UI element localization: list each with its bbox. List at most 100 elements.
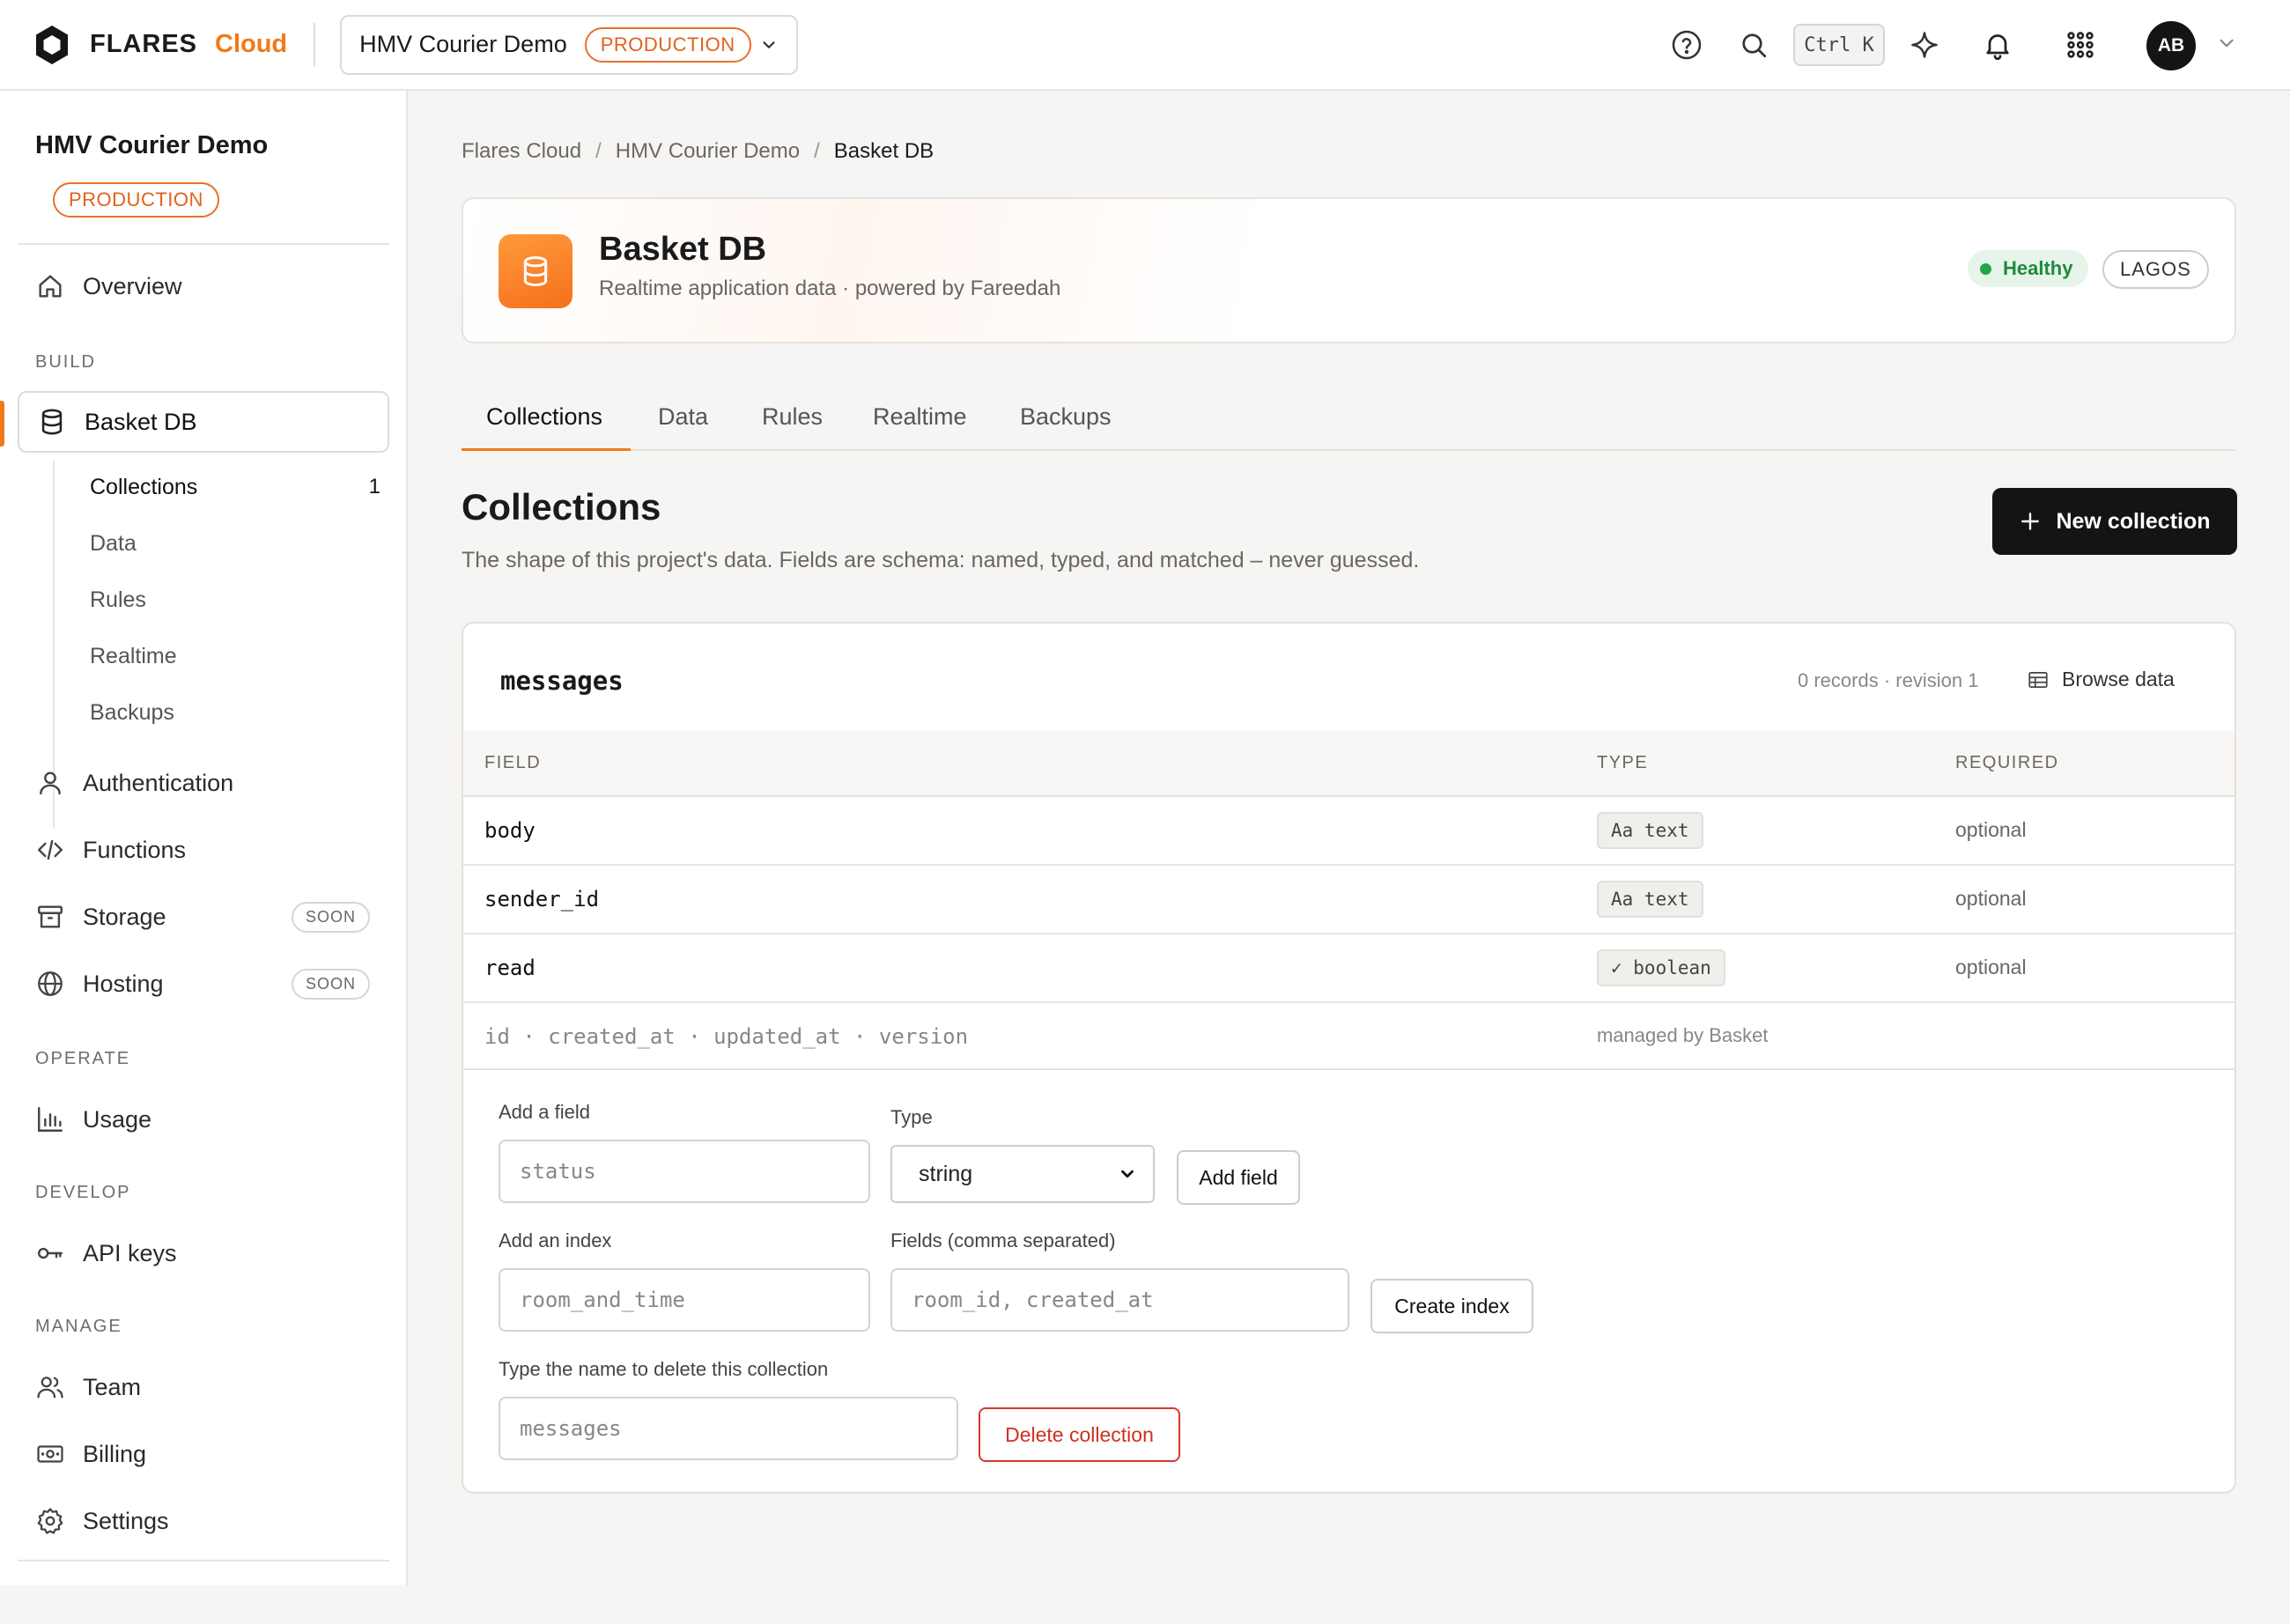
top-bar: FLARES Cloud HMV Courier Demo PRODUCTION (0, 0, 2290, 91)
field-name: sender_id (484, 887, 600, 912)
key-icon (38, 1247, 63, 1259)
sparkle-icon[interactable] (1909, 29, 1940, 61)
sidebar-item-overview[interactable]: Overview (18, 255, 389, 317)
table-row: read ✓ boolean optional (463, 934, 2235, 1003)
index-name-input[interactable]: room_and_time (499, 1268, 870, 1332)
tab-realtime[interactable]: Realtime (873, 382, 967, 451)
sidebar-item-label: Billing (83, 1440, 147, 1467)
breadcrumb-link[interactable]: HMV Courier Demo (616, 139, 800, 164)
sidebar-item-billing[interactable]: Billing (18, 1423, 389, 1485)
sidebar-subitem-collections[interactable]: Collections 1 (90, 462, 380, 512)
soon-badge: SOON (291, 968, 370, 1000)
collection-meta: 0 records · revision 1 (1798, 669, 1979, 691)
tab-bar: Collections Data Rules Realtime Backups (462, 382, 2236, 451)
subitem-label: Realtime (90, 643, 177, 668)
tab-data[interactable]: Data (658, 382, 708, 451)
type-chip: Aa text (1597, 881, 1703, 918)
sidebar-item-usage[interactable]: Usage (18, 1089, 389, 1150)
subitem-label: Collections (90, 474, 198, 499)
managed-fields: id · created_at · updated_at · version (484, 1024, 969, 1049)
managed-note: managed by Basket (1597, 1024, 1769, 1046)
collections-count: 1 (368, 475, 380, 498)
sidebar-item-basket-db[interactable]: Basket DB (18, 391, 389, 453)
brand-suffix: Cloud (215, 30, 288, 58)
database-icon (523, 256, 548, 287)
create-index-button[interactable]: Create index (1370, 1279, 1533, 1333)
sidebar-item-label: Functions (83, 836, 187, 863)
subitem-label: Rules (90, 587, 146, 612)
required-value: optional (1955, 818, 2027, 841)
new-collection-button[interactable]: New collection (1992, 488, 2237, 555)
sidebar-item-label: Storage (83, 903, 166, 930)
tab-rules[interactable]: Rules (762, 382, 823, 451)
tab-backups[interactable]: Backups (1020, 382, 1112, 451)
index-fields-input[interactable]: room_id, created_at (890, 1268, 1349, 1332)
chevron-down-icon[interactable] (2215, 32, 2238, 55)
banknote-icon (37, 1445, 63, 1463)
column-header-type: TYPE (1597, 753, 1649, 772)
page-subtitle: Realtime application data · powered by F… (599, 277, 1061, 300)
plus-icon (2021, 513, 2040, 530)
sidebar-item-functions[interactable]: Functions (18, 819, 389, 881)
apps-grid-icon[interactable] (2065, 29, 2096, 61)
project-switcher[interactable]: HMV Courier Demo PRODUCTION (340, 14, 799, 75)
bell-icon[interactable] (1982, 29, 2013, 61)
sidebar-item-label: Overview (83, 272, 182, 299)
add-field-button[interactable]: Add field (1177, 1150, 1300, 1205)
sidebar-item-settings[interactable]: Settings (18, 1490, 389, 1552)
sidebar-subitem-data[interactable]: Data (90, 519, 380, 568)
brand-name: FLARES (90, 30, 197, 58)
sidebar-item-api-keys[interactable]: API keys (18, 1222, 389, 1284)
bar-chart-icon (38, 1107, 63, 1132)
help-icon[interactable] (1671, 29, 1703, 61)
delete-collection-button[interactable]: Delete collection (979, 1407, 1180, 1462)
add-field-input[interactable]: status (499, 1140, 870, 1203)
database-icon (41, 409, 63, 435)
sidebar-item-storage[interactable]: Storage SOON (18, 886, 389, 948)
sidebar-item-label: Team (83, 1373, 142, 1400)
region-badge: LAGOS (2102, 250, 2209, 289)
breadcrumb-current: Basket DB (833, 139, 934, 163)
browse-data-button[interactable]: Browse data (2027, 668, 2175, 691)
project-name: HMV Courier Demo (359, 31, 567, 57)
sidebar-env-badge: PRODUCTION (53, 182, 219, 218)
sidebar-item-label: Basket DB (85, 408, 197, 435)
sidebar-item-team[interactable]: Team (18, 1356, 389, 1418)
breadcrumb-link[interactable]: Flares Cloud (462, 139, 581, 164)
tab-collections[interactable]: Collections (486, 382, 602, 451)
sidebar-item-label: Authentication (83, 769, 234, 796)
delete-confirm-input[interactable]: messages (499, 1397, 958, 1460)
env-badge: PRODUCTION (584, 26, 751, 63)
command-shortcut[interactable]: Ctrl K (1793, 24, 1885, 66)
sidebar-subitem-rules[interactable]: Rules (90, 575, 380, 624)
section-label-develop: DEVELOP (35, 1183, 131, 1202)
sidebar-subitem-backups[interactable]: Backups (90, 688, 380, 737)
sidebar-subitem-realtime[interactable]: Realtime (90, 631, 380, 681)
sidebar-item-authentication[interactable]: Authentication (18, 752, 389, 814)
code-icon (38, 839, 63, 860)
column-header-field: FIELD (484, 753, 542, 772)
section-title: Collections (462, 486, 661, 528)
table-icon (2028, 671, 2048, 688)
field-name: body (484, 818, 536, 843)
database-badge (499, 234, 572, 308)
page-title: Basket DB (599, 231, 767, 268)
status-label: Healthy (2003, 257, 2073, 279)
subitem-label: Data (90, 530, 137, 556)
brand[interactable]: FLARES Cloud (33, 24, 287, 66)
button-label: New collection (2056, 508, 2211, 534)
database-header-card: Basket DB Realtime application data · po… (462, 197, 2236, 343)
search-icon[interactable] (1738, 29, 1769, 61)
sidebar-item-label: Hosting (83, 970, 164, 997)
table-header: FIELD TYPE REQUIRED (463, 730, 2235, 797)
index-fields-label: Fields (comma separated) (890, 1229, 1116, 1251)
required-value: optional (1955, 887, 2027, 910)
collection-name: messages (500, 666, 624, 696)
avatar[interactable]: AB (2146, 21, 2196, 70)
active-indicator (0, 401, 4, 447)
add-field-label: Add a field (499, 1101, 590, 1123)
type-chip: ✓ boolean (1597, 949, 1725, 986)
type-select[interactable]: string (890, 1145, 1155, 1203)
sidebar-item-hosting[interactable]: Hosting SOON (18, 953, 389, 1015)
user-icon (40, 771, 61, 795)
